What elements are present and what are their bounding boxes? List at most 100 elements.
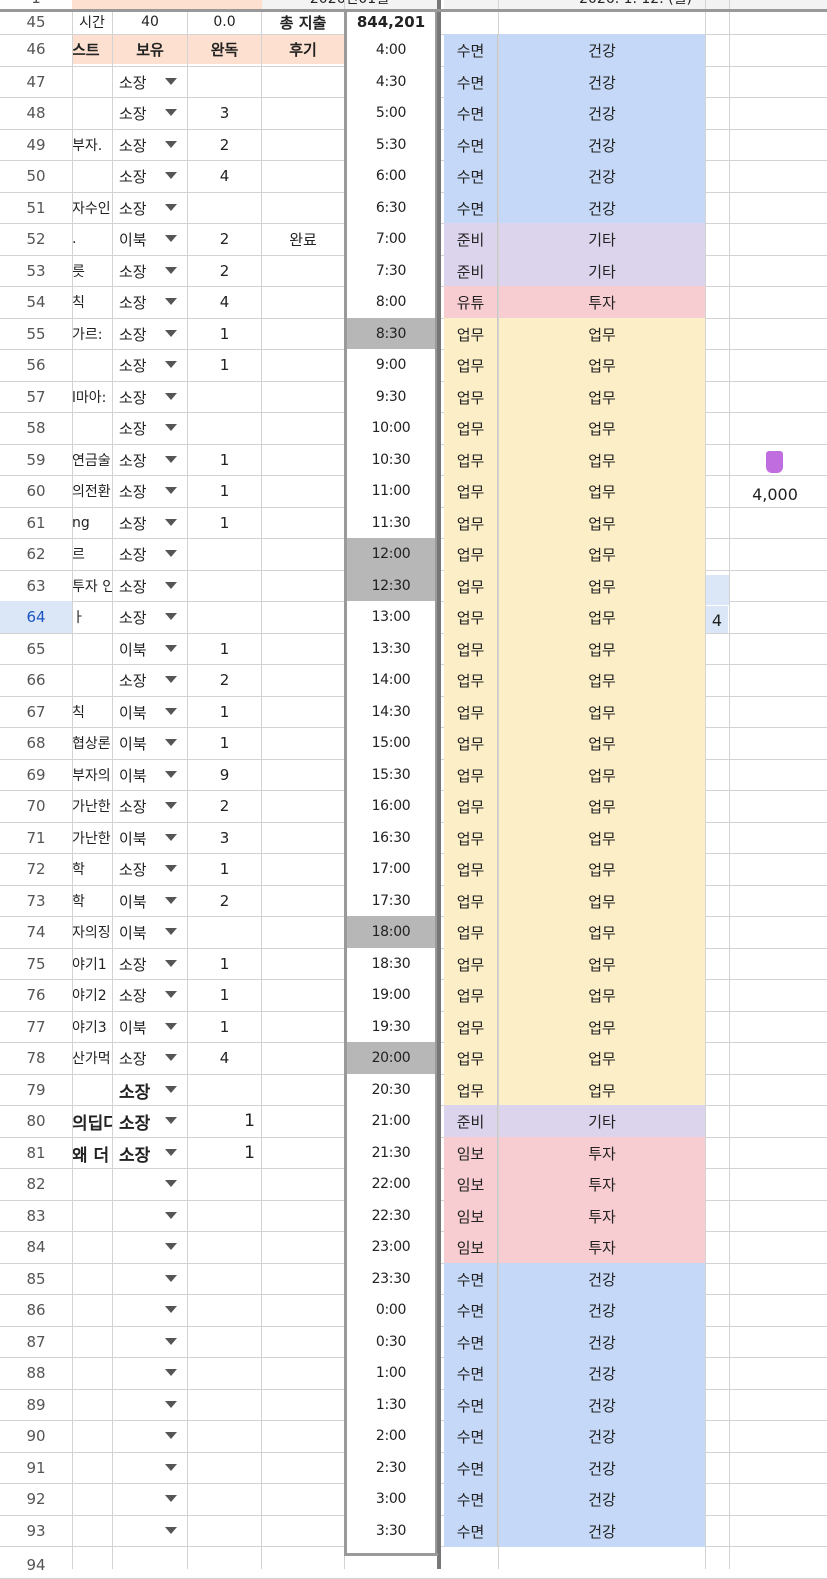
chevron-down-icon[interactable]	[165, 676, 177, 683]
read-count-cell[interactable]: 1	[188, 633, 261, 665]
chevron-down-icon[interactable]	[165, 960, 177, 967]
book-title-cell[interactable]	[72, 1231, 112, 1263]
chevron-down-icon[interactable]	[165, 834, 177, 841]
time-slot-cell[interactable]: 6:00	[347, 160, 435, 192]
row-number[interactable]: 45	[0, 11, 72, 33]
row-number[interactable]: 57	[0, 381, 72, 413]
own-type-cell[interactable]: 소장	[113, 790, 163, 822]
read-count-cell[interactable]: 3	[188, 97, 261, 129]
time-slot-cell[interactable]: 6:30	[347, 192, 435, 224]
own-type-cell[interactable]: 소장	[113, 1105, 163, 1137]
read-count-cell[interactable]: 1	[188, 853, 261, 885]
activity-cell[interactable]: 업무	[444, 412, 498, 444]
book-title-cell[interactable]: 야기1	[72, 948, 112, 980]
book-title-cell[interactable]: 부자.	[72, 129, 112, 161]
time-slot-cell[interactable]: 17:00	[347, 853, 435, 885]
read-count-cell[interactable]: 2	[188, 255, 261, 287]
own-type-cell[interactable]: 소장	[113, 1042, 163, 1074]
book-title-cell[interactable]	[72, 1263, 112, 1295]
own-type-cell[interactable]: 소장	[113, 412, 163, 444]
own-type-cell[interactable]	[113, 1168, 163, 1200]
review-cell[interactable]	[262, 601, 344, 633]
chevron-down-icon[interactable]	[165, 361, 177, 368]
activity-cell[interactable]: 수면	[444, 1483, 498, 1515]
row-number[interactable]: 56	[0, 349, 72, 381]
read-count-cell[interactable]: 2	[188, 223, 261, 255]
row-number[interactable]: 72	[0, 853, 72, 885]
review-cell[interactable]	[262, 853, 344, 885]
activity-cell[interactable]: 수면	[444, 1326, 498, 1358]
book-title-cell[interactable]: 르	[72, 538, 112, 570]
freeze-divider[interactable]	[437, 0, 441, 1569]
time-slot-cell[interactable]: 1:00	[347, 1357, 435, 1389]
chevron-down-icon[interactable]	[165, 487, 177, 494]
row-number[interactable]: 58	[0, 412, 72, 444]
review-cell[interactable]	[262, 1389, 344, 1421]
read-count-cell[interactable]	[188, 570, 261, 602]
activity-cell[interactable]: 유튜	[444, 286, 498, 318]
activity-cell[interactable]: 수면	[444, 160, 498, 192]
row-number[interactable]: 55	[0, 318, 72, 350]
book-title-cell[interactable]: ng	[72, 507, 112, 539]
time-slot-cell[interactable]: 15:30	[347, 759, 435, 791]
chevron-down-icon[interactable]	[165, 865, 177, 872]
book-title-cell[interactable]	[72, 1483, 112, 1515]
category-cell[interactable]: 건강	[499, 66, 705, 98]
book-title-cell[interactable]	[72, 1326, 112, 1358]
row-number[interactable]: 79	[0, 1074, 72, 1106]
row-number[interactable]: 64	[0, 601, 72, 633]
time-slot-cell[interactable]: 0:00	[347, 1294, 435, 1326]
category-cell[interactable]: 업무	[499, 1042, 705, 1074]
category-cell[interactable]: 건강	[499, 1326, 705, 1358]
review-cell[interactable]	[262, 66, 344, 98]
category-cell[interactable]: 업무	[499, 759, 705, 791]
time-slot-cell[interactable]: 14:30	[347, 696, 435, 728]
review-cell[interactable]: 완료	[262, 223, 344, 255]
own-type-cell[interactable]	[113, 1452, 163, 1484]
chevron-down-icon[interactable]	[165, 267, 177, 274]
activity-cell[interactable]: 업무	[444, 570, 498, 602]
activity-cell[interactable]: 임보	[444, 1231, 498, 1263]
row-number[interactable]: 66	[0, 664, 72, 696]
ratio-value[interactable]: 0.0	[188, 11, 261, 33]
book-title-cell[interactable]	[72, 633, 112, 665]
category-cell[interactable]: 업무	[499, 412, 705, 444]
category-cell[interactable]: 건강	[499, 1263, 705, 1295]
own-type-cell[interactable]: 소장	[113, 570, 163, 602]
category-cell[interactable]: 업무	[499, 601, 705, 633]
review-cell[interactable]	[262, 444, 344, 476]
chevron-down-icon[interactable]	[165, 802, 177, 809]
read-count-cell[interactable]	[188, 1420, 261, 1452]
activity-cell[interactable]: 업무	[444, 475, 498, 507]
time-slot-cell[interactable]: 21:00	[347, 1105, 435, 1137]
review-cell[interactable]	[262, 255, 344, 287]
time-slot-cell[interactable]: 8:00	[347, 286, 435, 318]
category-cell[interactable]: 업무	[499, 885, 705, 917]
review-cell[interactable]	[262, 1452, 344, 1484]
review-cell[interactable]	[262, 1074, 344, 1106]
category-cell[interactable]: 업무	[499, 853, 705, 885]
review-cell[interactable]	[262, 349, 344, 381]
own-type-cell[interactable]: 이북	[113, 916, 163, 948]
book-title-cell[interactable]: 칙	[72, 286, 112, 318]
time-slot-cell[interactable]: 1:30	[347, 1389, 435, 1421]
read-count-cell[interactable]: 1	[188, 696, 261, 728]
activity-cell[interactable]: 수면	[444, 1294, 498, 1326]
book-title-cell[interactable]: 의딥다	[72, 1105, 112, 1137]
activity-cell[interactable]: 준비	[444, 1105, 498, 1137]
own-type-cell[interactable]: 소장	[113, 255, 163, 287]
own-type-cell[interactable]: 소장	[113, 160, 163, 192]
activity-cell[interactable]: 업무	[444, 381, 498, 413]
review-cell[interactable]	[262, 1200, 344, 1232]
review-cell[interactable]	[262, 1011, 344, 1043]
row-number[interactable]: 93	[0, 1515, 72, 1547]
own-type-cell[interactable]	[113, 1231, 163, 1263]
review-cell[interactable]	[262, 129, 344, 161]
own-type-cell[interactable]: 소장	[113, 979, 163, 1011]
time-slot-cell[interactable]: 2:30	[347, 1452, 435, 1484]
chevron-down-icon[interactable]	[165, 928, 177, 935]
row-number[interactable]: 83	[0, 1200, 72, 1232]
book-title-cell[interactable]	[72, 1420, 112, 1452]
chevron-down-icon[interactable]	[165, 393, 177, 400]
read-count-cell[interactable]: 1	[188, 475, 261, 507]
